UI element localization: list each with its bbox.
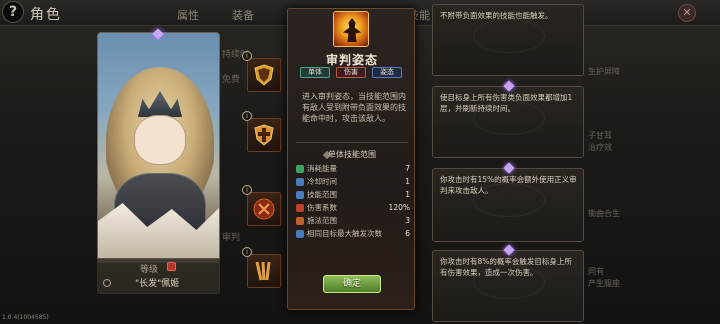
skill-description: 进入审判姿态，当技能范围内有敌人受到附带负面效果的技能命中时，攻击该敌人。	[302, 92, 406, 123]
bg-text: 子甘耳	[588, 131, 612, 140]
cross-shield-icon	[254, 124, 274, 146]
judgment-icon	[253, 198, 275, 220]
skill-name: 审判姿态	[325, 53, 378, 67]
info-icon[interactable]: i	[242, 185, 252, 195]
effect-card-3[interactable]: 你攻击时有15%的概率会额外使用正义审判来攻击敌人。	[432, 162, 584, 242]
blades-icon	[255, 261, 271, 281]
hero-info-bar: 等级 "长发"佩姬	[97, 258, 220, 294]
stat-skill-range: 技能范围 1	[296, 189, 410, 201]
info-icon[interactable]: i	[242, 247, 252, 257]
bg-text: 产生服座	[588, 279, 620, 288]
effect-card-2[interactable]: 使目标身上所有伤害类负面效果都增加1层，并刷新持续时间。	[432, 80, 584, 158]
effect-text: 使目标身上所有伤害类负面效果都增加1层，并刷新持续时间。	[440, 93, 573, 113]
skill-slot-3[interactable]: i	[242, 185, 281, 226]
bg-text: 锄曲合生	[588, 209, 620, 218]
stat-cooldown: 冷却时间 1	[296, 176, 410, 188]
tab-attributes[interactable]: 属性	[177, 7, 199, 23]
divider	[296, 142, 408, 143]
damage-icon	[296, 204, 304, 212]
game-screen: ? 角色 属性 装备 特质 技能 ✕ 等级 "长发"佩姬 持续时 免费 审判 i…	[0, 0, 720, 324]
hero-portrait-card	[97, 32, 220, 294]
grade-badge	[167, 262, 176, 271]
shield-icon	[254, 64, 274, 86]
effect-card-4[interactable]: 你攻击时有8%的概率会触发目标身上所有伤害效果，造成一次伤害。	[432, 244, 584, 322]
hero-face	[134, 115, 186, 165]
range-icon	[296, 191, 304, 199]
effect-text: 不附带负面效果的技能也能触发。	[440, 11, 553, 20]
question-icon[interactable]: ?	[2, 1, 24, 23]
skill-slot-1[interactable]: i	[242, 51, 281, 92]
version-label: 1.0.4(1004585)	[2, 314, 49, 321]
stat-damage-coefficient: 伤害系数 120%	[296, 202, 410, 214]
stat-max-triggers: 相同目标最大触发次数 6	[296, 228, 410, 240]
bg-text: 同有	[588, 267, 604, 276]
energy-icon	[296, 165, 304, 173]
tab-equipment[interactable]: 装备	[232, 7, 254, 23]
gem-icon	[503, 244, 515, 256]
skill-slot-4[interactable]: i	[242, 247, 281, 288]
skill-icon	[333, 11, 369, 47]
effect-card-1[interactable]: 不附带负面效果的技能也能触发。	[432, 4, 584, 76]
target-icon	[103, 279, 111, 287]
gem-icon	[503, 162, 515, 174]
stat-energy-cost: 消耗能量 7	[296, 163, 410, 175]
info-icon[interactable]: i	[242, 51, 252, 61]
cooldown-icon	[296, 178, 304, 186]
trigger-icon	[296, 230, 304, 238]
tag-damage: 伤害	[336, 67, 366, 78]
bg-text: 审判	[222, 233, 241, 243]
close-icon[interactable]: ✕	[678, 4, 696, 22]
hero-name: "长发"佩姬	[135, 279, 180, 289]
bg-text: 免费	[222, 75, 241, 85]
screen-title: 角色	[30, 7, 62, 23]
stat-cast-range: 施法范围 3	[296, 215, 410, 227]
cast-range-icon	[296, 217, 304, 225]
confirm-button[interactable]: 确定	[323, 275, 381, 293]
gem-icon	[503, 80, 515, 92]
bg-text: 生护屏障	[588, 67, 620, 76]
bg-text: 治疗效	[588, 143, 612, 152]
grade-label: 等级	[140, 265, 159, 275]
info-icon[interactable]: i	[242, 111, 252, 121]
skill-detail-panel: 审判姿态 单体 伤害 姿态 进入审判姿态，当技能范围内有敌人受到附带负面效果的技…	[287, 8, 415, 310]
effect-text: 你攻击时有15%的概率会额外使用正义审判来攻击敌人。	[440, 175, 577, 195]
tag-stance: 姿态	[372, 67, 402, 78]
skill-slot-2[interactable]: i	[242, 111, 281, 152]
tag-single: 单体	[300, 67, 330, 78]
scope-header: 单体技能范围	[328, 150, 376, 159]
effect-text: 你攻击时有8%的概率会触发目标身上所有伤害效果，造成一次伤害。	[440, 257, 572, 277]
